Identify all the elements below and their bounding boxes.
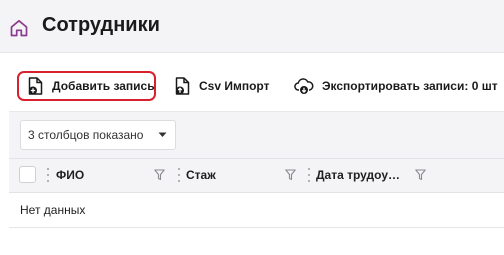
select-all-checkbox[interactable] [19, 166, 36, 183]
csv-import-label: Csv Импорт [199, 79, 270, 93]
column-resize-handle[interactable] [307, 168, 310, 182]
filter-icon[interactable] [154, 169, 165, 181]
column-resize-handle[interactable] [46, 168, 49, 182]
columns-visibility-value: 3 столбцов показано [28, 128, 144, 142]
export-records-label: Экспортировать записи: 0 шт [322, 79, 498, 93]
home-icon[interactable] [9, 18, 29, 38]
grid-toolbar: 3 столбцов показано [9, 111, 504, 158]
page-title: Сотрудники [42, 14, 160, 36]
export-records-button[interactable]: Экспортировать записи: 0 шт [294, 71, 498, 101]
column-header-fio[interactable]: ФИО [56, 168, 84, 182]
columns-visibility-select[interactable]: 3 столбцов показано [20, 120, 176, 150]
filter-icon[interactable] [415, 169, 426, 181]
page-header: Сотрудники [0, 0, 504, 53]
chevron-down-icon [158, 132, 167, 137]
empty-table-row: Нет данных [9, 192, 504, 228]
cloud-download-icon [294, 78, 314, 94]
add-record-label: Добавить запись [52, 79, 155, 93]
table-header: ФИО Стаж Дата трудоу… [9, 158, 504, 193]
filter-icon[interactable] [285, 169, 296, 181]
file-import-icon [175, 77, 190, 95]
no-data-message: Нет данных [20, 203, 86, 217]
file-plus-icon [28, 77, 43, 95]
toolbar: Добавить запись Csv Импорт Экспортироват… [0, 66, 504, 106]
csv-import-button[interactable]: Csv Импорт [175, 71, 269, 101]
column-header-experience[interactable]: Стаж [186, 168, 216, 182]
add-record-button[interactable]: Добавить запись [17, 71, 156, 101]
column-resize-handle[interactable] [177, 168, 180, 182]
column-header-employment-date[interactable]: Дата трудоу… [316, 168, 400, 182]
